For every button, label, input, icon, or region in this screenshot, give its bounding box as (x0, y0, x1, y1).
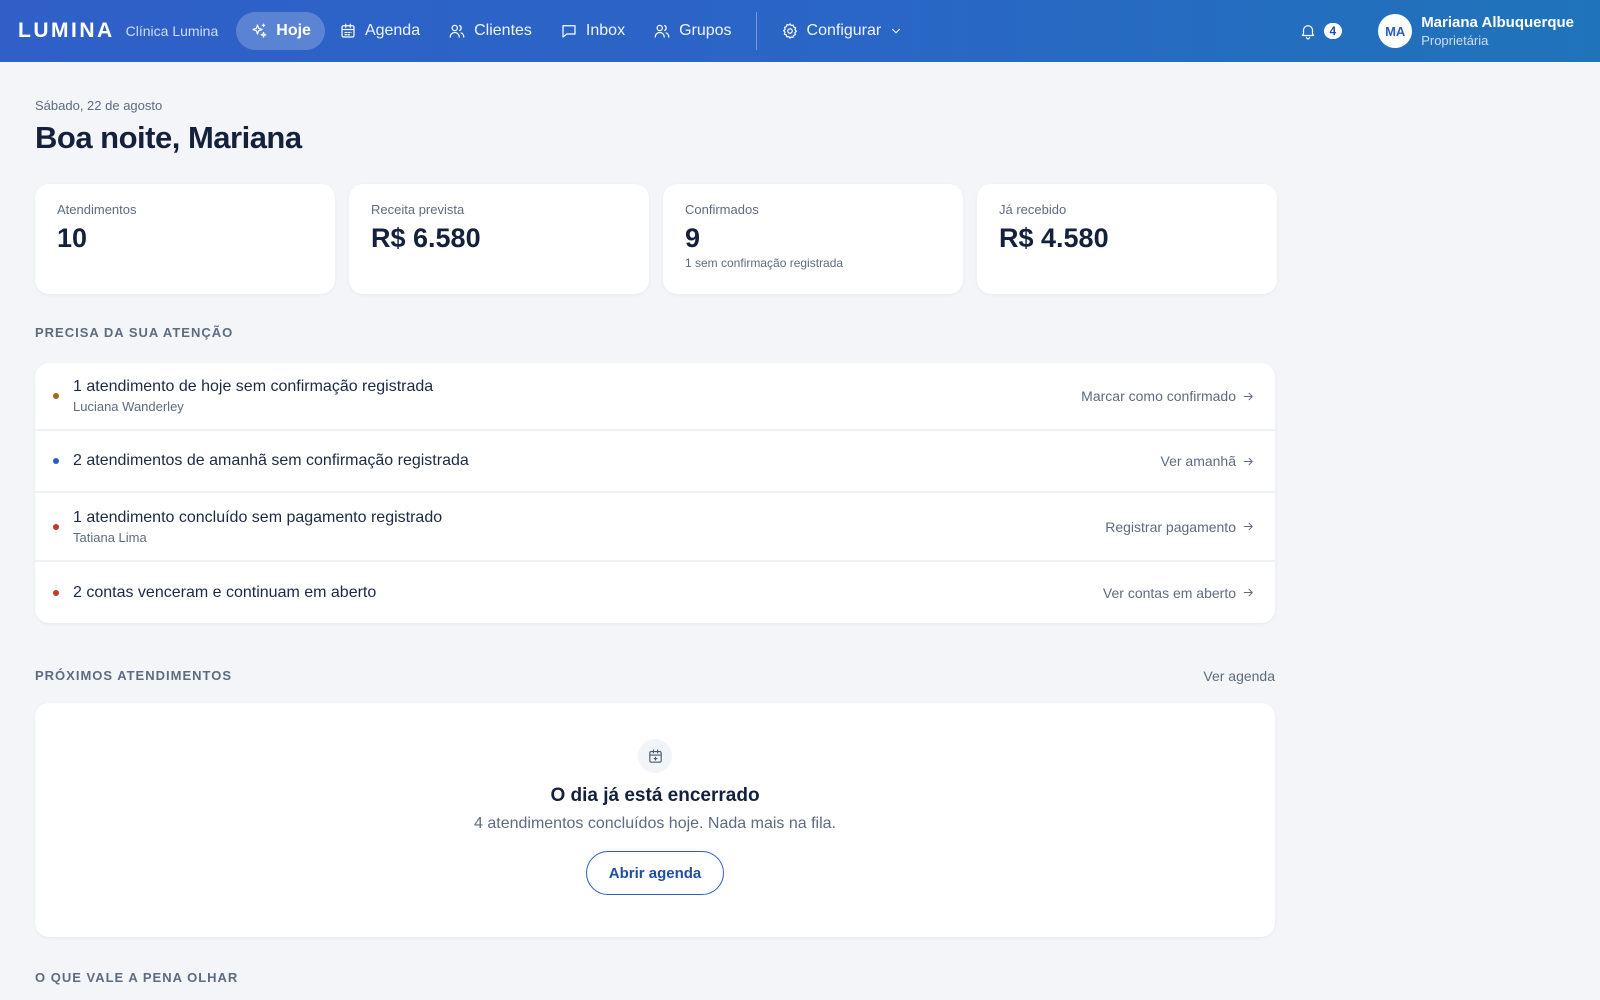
attention-section-title: PRECISA DA SUA ATENÇÃO (35, 325, 234, 340)
user-menu[interactable]: Mariana Albuquerque Proprietária (1421, 14, 1574, 48)
action-label: Registrar pagamento (1105, 518, 1236, 535)
brand-logo[interactable]: LUMINA (18, 19, 115, 43)
see-open-accounts-link[interactable]: Ver contas em aberto (1103, 585, 1255, 601)
attention-title: 1 atendimento concluído sem pagamento re… (73, 508, 443, 526)
open-agenda-button[interactable]: Abrir agenda (585, 851, 725, 895)
upcoming-empty-state: O dia já está encerrado 4 atendimentos c… (35, 703, 1275, 937)
nav-label: Configurar (806, 22, 882, 39)
notification-count-badge: 4 (1323, 23, 1343, 39)
stat-card-atendimentos: Atendimentos 10 (35, 184, 335, 294)
action-label: Ver amanhã (1160, 453, 1237, 469)
arrow-right-icon (1243, 588, 1253, 597)
worth-section-title: O QUE VALE A PENA OLHAR (35, 970, 239, 985)
attention-title: 2 atendimentos de amanhã sem confirmação… (73, 452, 469, 469)
attention-subtitle: Luciana Wanderley (73, 399, 184, 414)
attention-text: 1 atendimento de hoje sem confirmação re… (73, 378, 1081, 414)
user-name: Mariana Albuquerque (1421, 14, 1574, 31)
attention-title: 2 contas venceram e continuam em aberto (73, 583, 377, 601)
chevron-down-icon (892, 28, 901, 34)
stat-value: R$ 6.580 (371, 223, 481, 253)
users-icon (654, 24, 670, 38)
register-payment-link[interactable]: Registrar pagamento (1105, 519, 1255, 535)
stat-subtext: 1 sem confirmação registrada (685, 256, 844, 270)
avatar[interactable]: MA (1378, 14, 1413, 48)
nav-label: Clientes (474, 22, 532, 39)
notifications-button[interactable]: 4 (1299, 22, 1343, 40)
see-agenda-link[interactable]: Ver agenda (1203, 668, 1275, 684)
arrow-right-icon (1243, 392, 1253, 400)
user-role: Proprietária (1421, 33, 1489, 48)
gear-icon (782, 23, 797, 39)
top-bar: LUMINA Clínica Lumina Hoje Agenda Client… (0, 0, 1600, 62)
stat-value: 10 (57, 223, 88, 253)
attention-text: 2 atendimentos de amanhã sem confirmação… (73, 452, 1161, 470)
arrow-right-icon (1243, 522, 1253, 531)
stat-label: Atendimentos (57, 202, 137, 217)
stat-label: Receita prevista (371, 202, 465, 217)
sparkles-icon (252, 23, 267, 38)
nav-label: Agenda (364, 22, 421, 39)
action-label: Marcar como confirmado (1081, 388, 1236, 404)
stat-value: 9 (685, 223, 701, 253)
empty-state-title: O dia já está encerrado (550, 785, 760, 806)
nav-item-configurar[interactable]: Configurar (767, 12, 918, 50)
stat-label: Já recebido (999, 202, 1067, 217)
attention-subtitle: Tatiana Lima (73, 529, 147, 545)
nav-label: Grupos (679, 22, 732, 39)
calendar-icon (341, 23, 355, 38)
list-item: 2 atendimentos de amanhã sem confirmação… (35, 431, 1275, 493)
mark-confirmed-link[interactable]: Marcar como confirmado (1081, 388, 1255, 404)
nav-label: Hoje (276, 22, 311, 39)
current-date: Sábado, 22 de agosto (35, 98, 163, 113)
stats-row: Atendimentos 10 Receita prevista R$ 6.58… (35, 184, 1277, 294)
status-dot (53, 458, 59, 464)
nav-item-clientes[interactable]: Clientes (434, 12, 546, 50)
upcoming-section-title: PRÓXIMOS ATENDIMENTOS (35, 668, 232, 683)
bell-icon (1301, 25, 1314, 40)
stat-value: R$ 4.580 (999, 223, 1109, 253)
nav-label: Inbox (585, 22, 626, 39)
nav-item-inbox[interactable]: Inbox (546, 12, 639, 50)
stat-label: Confirmados (685, 202, 759, 217)
see-tomorrow-link[interactable]: Ver amanhã (1161, 453, 1256, 469)
attention-list: 1 atendimento de hoje sem confirmação re… (35, 363, 1275, 623)
clinic-name: Clínica Lumina (125, 23, 219, 39)
status-dot (53, 393, 59, 399)
main-nav: Hoje Agenda Clientes Inbox Grupos Config… (236, 0, 917, 62)
action-label: Ver contas em aberto (1102, 584, 1236, 601)
list-item: 1 atendimento concluído sem pagamento re… (35, 493, 1275, 562)
nav-item-agenda[interactable]: Agenda (325, 12, 434, 50)
page-title: Boa noite, Mariana (35, 120, 302, 155)
top-right-area: 4 MA Mariana Albuquerque Proprietária (1299, 0, 1600, 62)
nav-item-grupos[interactable]: Grupos (639, 12, 745, 50)
attention-text: 2 contas venceram e continuam em aberto (73, 584, 1103, 602)
stat-card-confirmados: Confirmados 9 1 sem confirmação registra… (663, 184, 963, 294)
status-dot (53, 589, 59, 596)
users-icon (449, 24, 465, 38)
empty-state-subtitle: 4 atendimentos concluídos hoje. Nada mai… (474, 815, 836, 832)
stat-card-receita-prevista: Receita prevista R$ 6.580 (349, 184, 649, 294)
stat-card-ja-recebido: Já recebido R$ 4.580 (977, 184, 1277, 294)
attention-title: 1 atendimento de hoje sem confirmação re… (73, 378, 434, 395)
list-item: 2 contas venceram e continuam em aberto … (35, 562, 1275, 623)
list-item: 1 atendimento de hoje sem confirmação re… (35, 363, 1275, 431)
attention-text: 1 atendimento concluído sem pagamento re… (73, 509, 1105, 545)
nav-item-hoje[interactable]: Hoje (236, 12, 325, 50)
nav-divider (755, 12, 757, 50)
calendar-plus-icon (638, 739, 672, 773)
arrow-right-icon (1243, 457, 1253, 465)
status-dot (53, 523, 59, 530)
message-icon (562, 25, 576, 38)
